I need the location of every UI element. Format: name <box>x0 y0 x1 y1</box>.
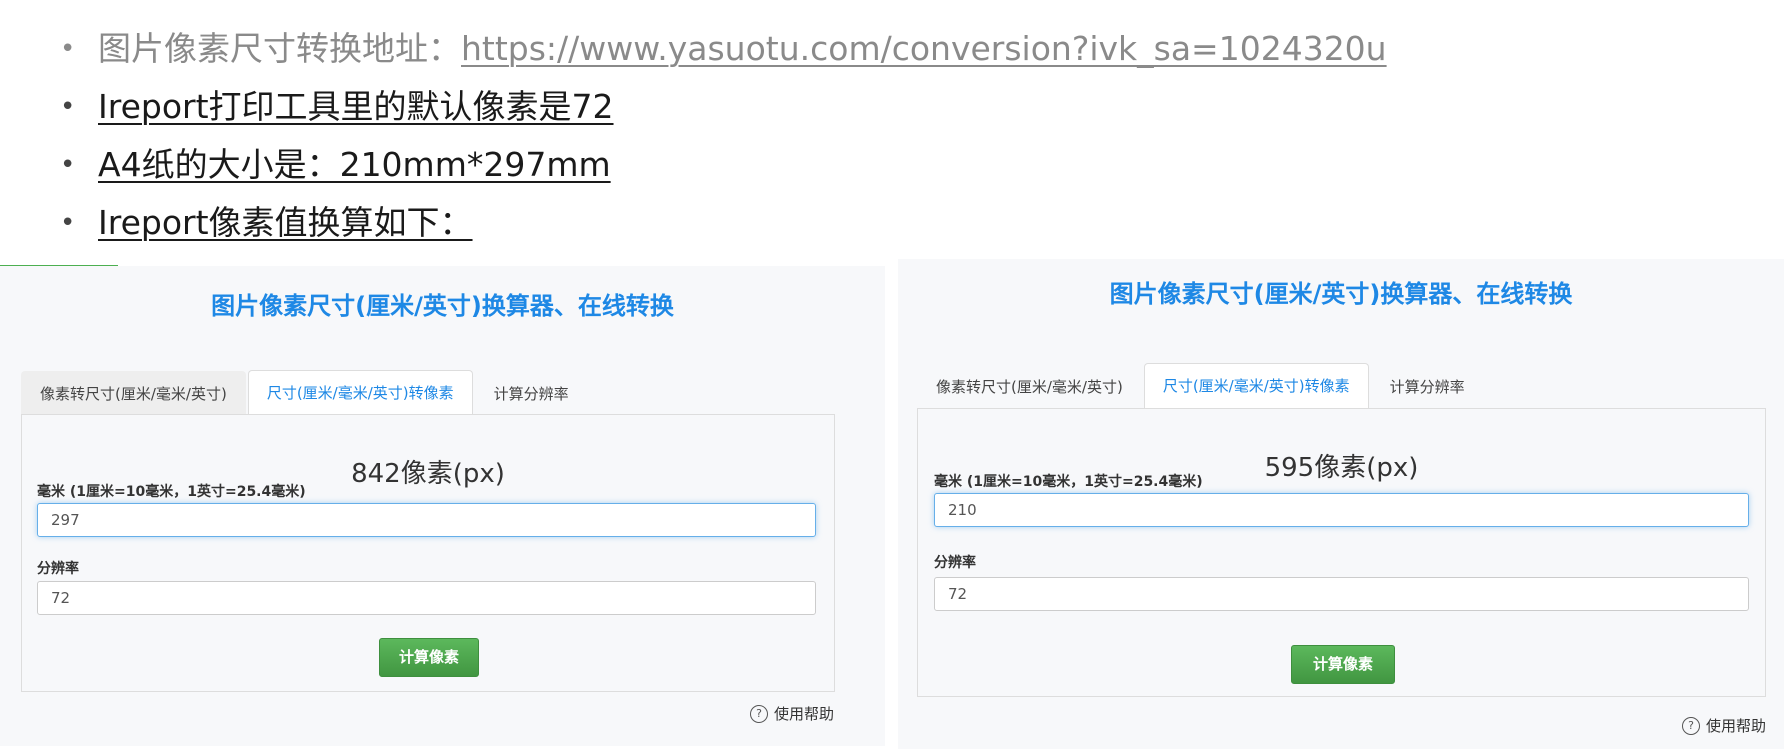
bullet-conversion-url: • 图片像素尺寸转换地址：https://www.yasuotu.com/con… <box>60 20 1387 78</box>
tab-calc-resolution[interactable]: 计算分辨率 <box>475 371 588 416</box>
mm-field-label: 毫米 (1厘米=10毫米，1英寸=25.4毫米) <box>934 474 1203 490</box>
bullet-text: Ireport像素值换算如下： <box>98 203 473 242</box>
conversion-url-link[interactable]: https://www.yasuotu.com/conversion?ivk_s… <box>461 29 1387 68</box>
tab-size-to-pixel[interactable]: 尺寸(厘米/毫米/英寸)转像素 <box>1143 363 1369 410</box>
mm-field-label: 毫米 (1厘米=10毫米，1英寸=25.4毫米) <box>37 484 306 500</box>
tab-bar: 像素转尺寸(厘米/毫米/英寸) 尺寸(厘米/毫米/英寸)转像素 计算分辨率 <box>917 362 1486 410</box>
bullet-ireport-conversion: • Ireport像素值换算如下： <box>60 194 1387 252</box>
bullet-dot: • <box>60 208 76 238</box>
tab-bar: 像素转尺寸(厘米/毫米/英寸) 尺寸(厘米/毫米/英寸)转像素 计算分辨率 <box>21 369 590 417</box>
tab-content: 595像素(px) 毫米 (1厘米=10毫米，1英寸=25.4毫米) 分辨率 计… <box>917 408 1766 697</box>
calculate-pixels-button[interactable]: 计算像素 <box>1291 645 1395 684</box>
tab-pixel-to-size[interactable]: 像素转尺寸(厘米/毫米/英寸) <box>917 364 1142 409</box>
bullet-text: A4纸的大小是：210mm*297mm <box>98 145 611 184</box>
help-circle-icon: ? <box>750 704 768 723</box>
resolution-input[interactable] <box>37 581 816 615</box>
panel-title: 图片像素尺寸(厘米/英寸)换算器、在线转换 <box>211 292 674 320</box>
panel-title: 图片像素尺寸(厘米/英寸)换算器、在线转换 <box>1109 280 1573 308</box>
converter-panel-left: 图片像素尺寸(厘米/英寸)换算器、在线转换 像素转尺寸(厘米/毫米/英寸) 尺寸… <box>0 266 885 746</box>
help-link-label: 使用帮助 <box>1706 717 1767 735</box>
resolution-input[interactable] <box>934 577 1749 611</box>
mm-input[interactable] <box>934 493 1749 527</box>
tab-content: 842像素(px) 毫米 (1厘米=10毫米，1英寸=25.4毫米) 分辨率 计… <box>21 414 835 692</box>
bullet-text: 图片像素尺寸转换地址： <box>98 29 461 68</box>
help-link[interactable]: ? 使用帮助 <box>750 703 834 724</box>
help-circle-icon: ? <box>1682 716 1700 735</box>
resolution-field-label: 分辨率 <box>934 555 976 571</box>
bullet-a4-size: • A4纸的大小是：210mm*297mm <box>60 136 1387 194</box>
bullet-dot: • <box>60 150 76 180</box>
bullet-list: • 图片像素尺寸转换地址：https://www.yasuotu.com/con… <box>60 20 1387 252</box>
help-link[interactable]: ? 使用帮助 <box>1682 715 1766 736</box>
help-link-label: 使用帮助 <box>774 705 835 723</box>
tab-calc-resolution[interactable]: 计算分辨率 <box>1371 364 1484 409</box>
bullet-dot: • <box>60 34 76 64</box>
bullet-dot: • <box>60 92 76 122</box>
bullet-ireport-default: • Ireport打印工具里的默认像素是72 <box>60 78 1387 136</box>
tab-size-to-pixel[interactable]: 尺寸(厘米/毫米/英寸)转像素 <box>247 370 473 417</box>
resolution-field-label: 分辨率 <box>37 561 79 577</box>
mm-input[interactable] <box>37 503 816 537</box>
tab-pixel-to-size[interactable]: 像素转尺寸(厘米/毫米/英寸) <box>21 371 246 416</box>
bullet-text: Ireport打印工具里的默认像素是72 <box>98 87 614 126</box>
calculate-pixels-button[interactable]: 计算像素 <box>379 638 479 677</box>
converter-panel-right: 图片像素尺寸(厘米/英寸)换算器、在线转换 像素转尺寸(厘米/毫米/英寸) 尺寸… <box>898 259 1784 749</box>
